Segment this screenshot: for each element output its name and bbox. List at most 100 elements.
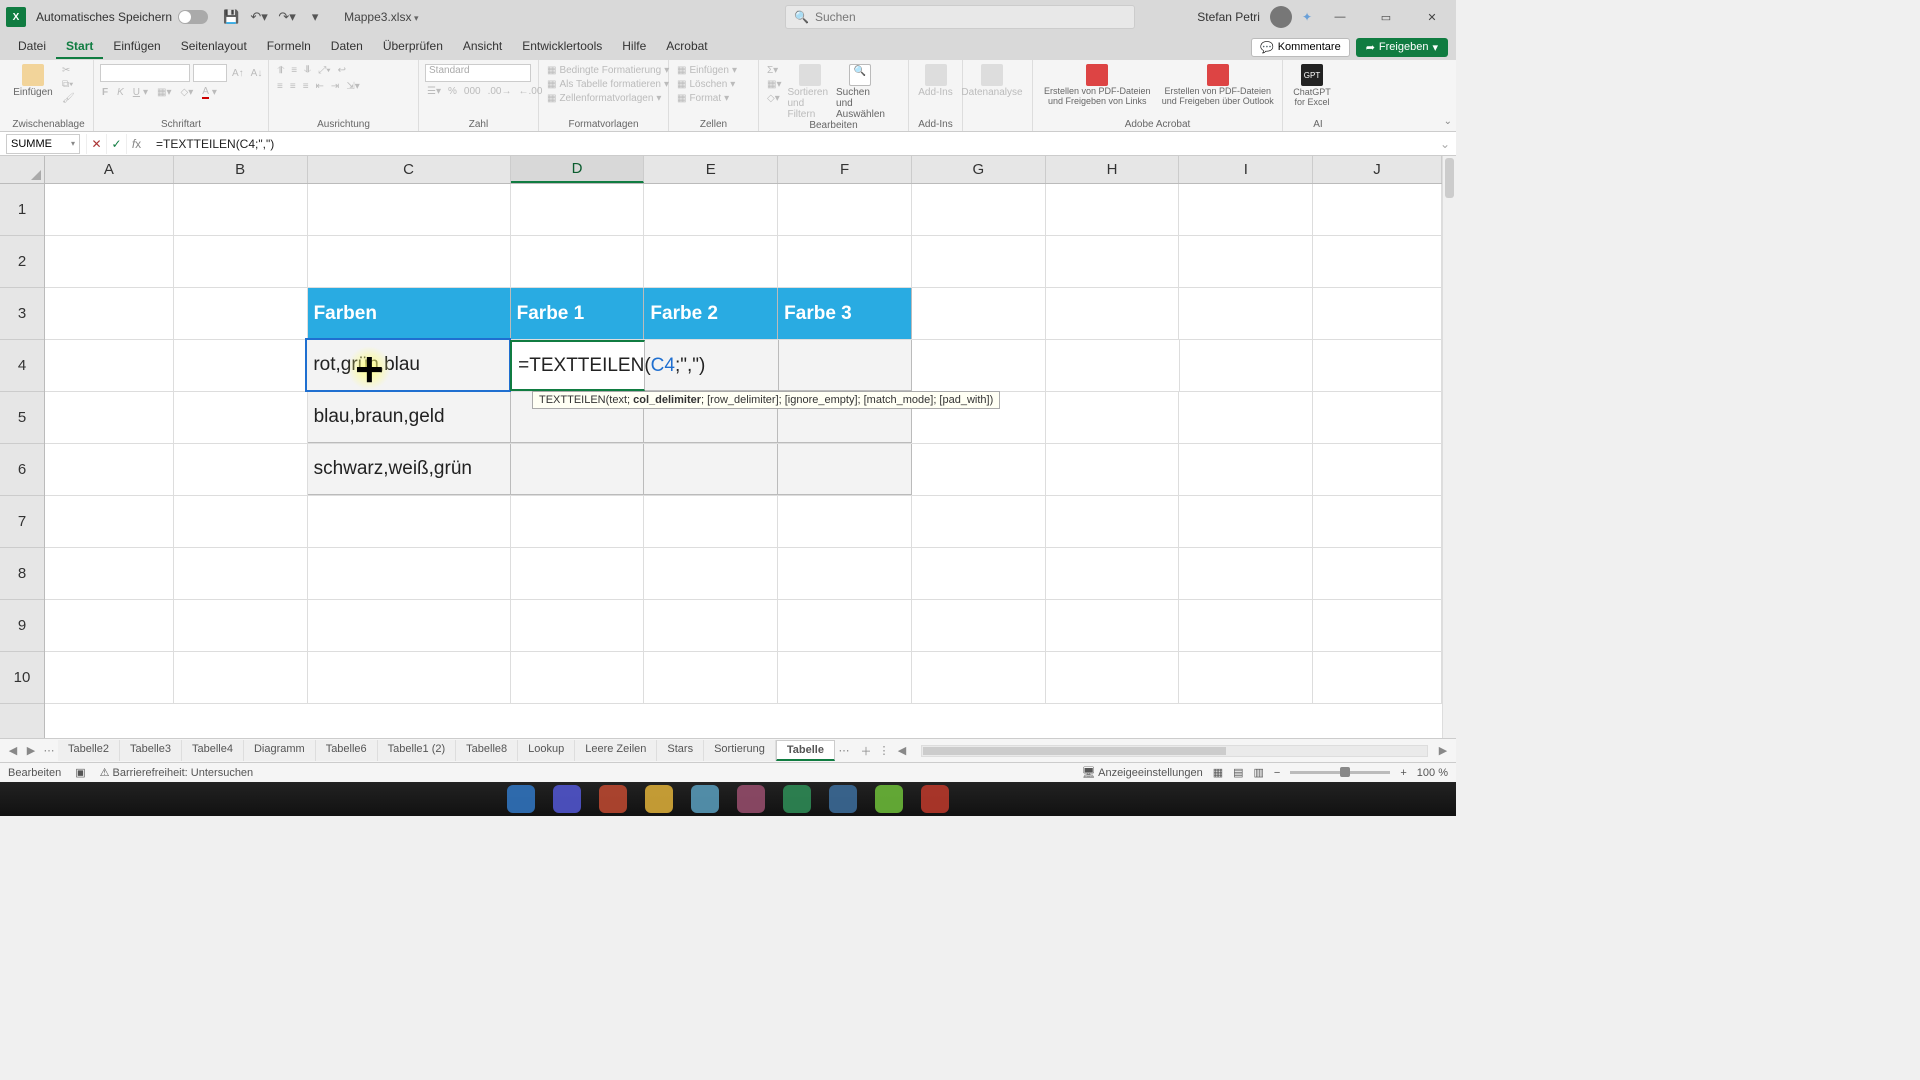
cell[interactable] (1313, 444, 1442, 495)
font-family-dropdown[interactable] (100, 64, 190, 82)
comments-button[interactable]: 💬 Kommentare (1251, 38, 1350, 57)
underline-button[interactable]: U▾ (131, 85, 150, 100)
row-header-10[interactable]: 10 (0, 652, 44, 704)
redo-icon[interactable]: ↷▾ (276, 6, 298, 28)
percent-button[interactable]: % (446, 85, 459, 98)
menu-tab-hilfe[interactable]: Hilfe (612, 35, 656, 59)
sheet-more[interactable]: ⋯ (835, 744, 853, 757)
merge-button[interactable]: ⇲▾ (344, 80, 361, 93)
cell[interactable] (778, 548, 912, 599)
taskbar-app[interactable] (645, 785, 673, 813)
autosum-button[interactable]: Σ▾ (765, 64, 783, 77)
cell[interactable] (778, 600, 912, 651)
cell-styles-button[interactable]: ▦ Zellenformatvorlagen▾ (545, 92, 663, 105)
delete-cells-button[interactable]: ▦ Löschen▾ (675, 78, 737, 91)
row-header-4[interactable]: 4 (0, 340, 44, 392)
conditional-formatting-button[interactable]: ▦ Bedingte Formatierung▾ (545, 64, 671, 77)
cell-c5[interactable]: blau,braun,geld (308, 392, 511, 443)
taskbar-app[interactable] (553, 785, 581, 813)
cell[interactable] (174, 392, 308, 443)
cell[interactable] (511, 548, 645, 599)
row-header-6[interactable]: 6 (0, 444, 44, 496)
cell-c4[interactable]: rot,grün,blau ＋ (307, 340, 510, 391)
cell[interactable] (511, 652, 645, 703)
restore-button[interactable]: ▭ (1368, 3, 1404, 31)
autosave-toggle[interactable]: Automatisches Speichern (36, 10, 208, 24)
cell[interactable] (912, 444, 1046, 495)
taskbar-app[interactable] (829, 785, 857, 813)
sheet-nav-next[interactable]: ▶ (22, 744, 40, 757)
column-header-F[interactable]: F (778, 156, 912, 183)
cell[interactable] (912, 184, 1046, 235)
align-bottom-button[interactable]: ⥥ (302, 64, 313, 77)
view-pagebreak-button[interactable]: ▥ (1254, 766, 1264, 779)
cell[interactable] (45, 236, 174, 287)
row-header-1[interactable]: 1 (0, 184, 44, 236)
cell[interactable] (1046, 444, 1180, 495)
cell[interactable] (45, 184, 174, 235)
fill-button[interactable]: ▦▾ (765, 78, 783, 91)
cell[interactable] (1179, 288, 1313, 339)
cell[interactable] (1046, 496, 1180, 547)
document-title[interactable]: Mappe3.xlsx (344, 10, 418, 24)
spreadsheet-grid[interactable]: ABCDEFGHIJ 12345678910 (0, 156, 1456, 738)
indent-decrease-button[interactable]: ⇤ (314, 80, 326, 93)
coming-soon-icon[interactable]: ✦ (1302, 10, 1312, 24)
undo-icon[interactable]: ↶▾ (248, 6, 270, 28)
font-color-button[interactable]: A▾ (200, 85, 219, 100)
cell[interactable] (1313, 496, 1442, 547)
cell[interactable] (778, 444, 912, 495)
cell[interactable] (1179, 236, 1313, 287)
chatgpt-button[interactable]: GPTChatGPT for Excel (1289, 64, 1335, 107)
cell[interactable] (778, 184, 912, 235)
addins-button[interactable]: Add-Ins (915, 64, 956, 98)
hscroll-left[interactable]: ◀ (893, 744, 911, 757)
sheet-tab[interactable]: Leere Zeilen (575, 740, 657, 761)
sheet-tab[interactable]: Tabelle3 (120, 740, 182, 761)
cell[interactable] (511, 444, 645, 495)
sheet-tab[interactable]: Lookup (518, 740, 575, 761)
table-header[interactable]: Farbe 2 (644, 288, 778, 339)
cell[interactable] (511, 496, 645, 547)
cell[interactable] (1046, 184, 1180, 235)
comma-button[interactable]: 000 (462, 85, 483, 98)
cell[interactable] (912, 548, 1046, 599)
cell[interactable] (45, 392, 174, 443)
zoom-in-button[interactable]: + (1400, 767, 1406, 779)
hscroll-right[interactable]: ▶ (1434, 744, 1452, 757)
name-box[interactable]: SUMME (6, 134, 80, 154)
decrease-font-button[interactable]: A↓ (249, 64, 265, 82)
fill-color-button[interactable]: ◇▾ (179, 85, 196, 100)
cell[interactable] (912, 496, 1046, 547)
cell[interactable] (644, 652, 778, 703)
cell[interactable] (174, 184, 308, 235)
align-middle-button[interactable]: ≡ (289, 64, 299, 77)
cells-area[interactable]: Farben Farbe 1 Farbe 2 Farbe 3 rot,grün,… (45, 184, 1442, 738)
zoom-out-button[interactable]: − (1274, 767, 1280, 779)
row-header-8[interactable]: 8 (0, 548, 44, 600)
formula-input[interactable]: =TEXTTEILEN(C4;",") (150, 137, 1434, 151)
cell[interactable] (1179, 392, 1313, 443)
taskbar-app[interactable] (737, 785, 765, 813)
menu-tab-acrobat[interactable]: Acrobat (656, 35, 717, 59)
cell[interactable] (511, 236, 645, 287)
sheet-tab[interactable]: Stars (657, 740, 704, 761)
cell[interactable] (1313, 236, 1442, 287)
menu-tab-datei[interactable]: Datei (8, 35, 56, 59)
cell[interactable] (1313, 600, 1442, 651)
hscroll-thumb[interactable] (923, 747, 1226, 755)
menu-tab-entwicklertools[interactable]: Entwicklertools (512, 35, 612, 59)
column-header-J[interactable]: J (1313, 156, 1442, 183)
vertical-scrollbar[interactable] (1442, 156, 1456, 738)
cell[interactable] (1313, 288, 1442, 339)
italic-button[interactable]: K (115, 85, 126, 100)
align-center-button[interactable]: ≡ (288, 80, 298, 93)
increase-font-button[interactable]: A↑ (230, 64, 246, 82)
sheet-tab[interactable]: Tabelle2 (58, 740, 120, 761)
copy-button[interactable]: ⧉▾ (60, 78, 77, 91)
cell[interactable] (778, 496, 912, 547)
column-header-G[interactable]: G (912, 156, 1046, 183)
cell[interactable] (1313, 652, 1442, 703)
sheet-add-button[interactable]: ＋ (857, 743, 875, 759)
table-header[interactable]: Farbe 1 (511, 288, 645, 339)
